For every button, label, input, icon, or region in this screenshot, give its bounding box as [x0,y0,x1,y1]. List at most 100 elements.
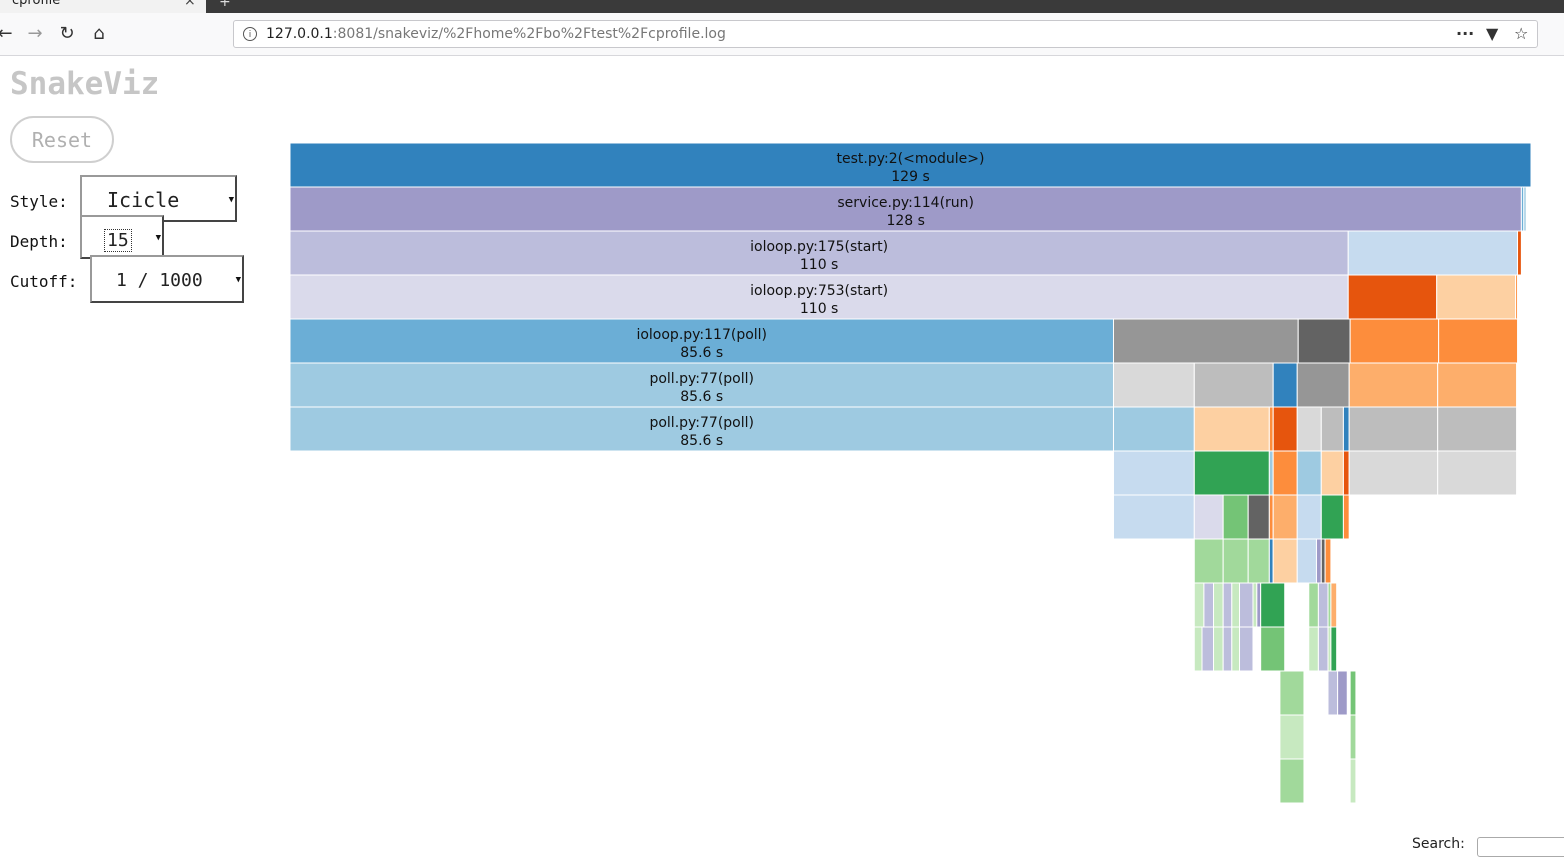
icicle-block[interactable] [1297,318,1351,364]
icicle-block[interactable] [289,142,1532,188]
icicle-block[interactable] [1247,538,1270,584]
icicle-block[interactable] [1327,670,1339,716]
icicle-block[interactable] [1239,626,1254,672]
icicle-block[interactable] [1320,406,1344,452]
icicle-block[interactable] [1342,494,1350,540]
icicle-block[interactable] [289,362,1114,408]
icicle-block[interactable] [1193,494,1224,540]
icicle-block[interactable] [1296,494,1322,540]
icicle-block[interactable] [1308,626,1319,672]
icicle-block[interactable] [1268,406,1274,452]
depth-select[interactable]: 15 ▼ [80,215,164,259]
back-icon[interactable]: ← [0,21,18,47]
icicle-block[interactable] [1222,538,1249,584]
icicle-block[interactable] [1349,670,1357,716]
site-info-icon[interactable]: i [243,27,257,41]
icicle-block[interactable] [289,406,1114,452]
icicle-block[interactable] [1260,626,1286,672]
icicle-block[interactable] [1324,538,1332,584]
search-input[interactable] [1477,837,1564,857]
icicle-block[interactable] [1279,714,1305,760]
new-tab-icon[interactable]: + [219,0,231,10]
icicle-block[interactable] [1437,406,1518,452]
icicle-block[interactable] [1317,582,1329,628]
icicle-block[interactable] [1349,714,1357,760]
more-icon[interactable]: ··· [1456,24,1474,43]
reset-button[interactable]: Reset [10,116,114,163]
icicle-block[interactable] [1438,318,1519,364]
icicle-block[interactable] [1296,538,1317,584]
icicle-block[interactable] [1349,758,1357,804]
pocket-icon[interactable]: ▼ [1486,24,1498,43]
icicle-block[interactable] [1256,582,1262,628]
icicle-block[interactable] [1308,582,1319,628]
icicle-block[interactable] [1272,406,1298,452]
icicle-block[interactable] [1348,450,1439,496]
icicle-block[interactable] [1239,582,1254,628]
icicle-block[interactable] [1247,494,1270,540]
icicle-block[interactable] [1436,274,1517,320]
icicle-block[interactable] [1348,362,1439,408]
icicle-block[interactable] [1272,450,1298,496]
icicle-block[interactable] [1348,406,1439,452]
icicle-block[interactable] [1193,450,1270,496]
icicle-block[interactable] [1330,582,1338,628]
bookmark-star-icon[interactable]: ☆ [1514,24,1528,43]
icicle-block[interactable] [1193,582,1205,628]
icicle-block[interactable] [1279,758,1305,804]
icicle-block[interactable] [289,230,1349,276]
home-icon[interactable]: ⌂ [86,21,112,47]
cutoff-select[interactable]: 1 / 1000 ▼ [90,255,244,303]
icicle-block[interactable] [1112,318,1299,364]
icicle-block[interactable] [1517,230,1522,276]
icicle-block[interactable] [1222,626,1233,672]
icicle-block[interactable] [1347,230,1519,276]
icicle-block[interactable] [1523,186,1527,232]
icicle-block[interactable] [1320,538,1326,584]
icicle-block[interactable] [1347,274,1438,320]
icicle-block[interactable] [1272,494,1298,540]
icicle-block[interactable] [1112,450,1195,496]
icicle-block[interactable] [1260,582,1286,628]
icicle-block[interactable] [1193,362,1274,408]
icicle-block[interactable] [289,318,1114,364]
icicle-block[interactable] [1268,494,1274,540]
icicle-block[interactable] [1437,450,1518,496]
icicle-block[interactable] [1193,538,1224,584]
icicle-block[interactable] [1272,538,1298,584]
icicle-block[interactable] [1222,582,1233,628]
browser-tab[interactable]: cprofile × [0,0,206,13]
icicle-block[interactable] [1112,362,1195,408]
icicle-block[interactable] [1330,626,1338,672]
icicle-block[interactable] [1315,538,1322,584]
icicle-block[interactable] [1193,626,1203,672]
icicle-block[interactable] [1349,318,1440,364]
icicle-block[interactable] [1279,670,1305,716]
icicle-block[interactable] [1112,494,1195,540]
icicle-block[interactable] [289,186,1522,232]
url-bar[interactable]: i 127.0.0.1:8081/snakeviz/%2Fhome%2Fbo%2… [233,20,1538,48]
forward-icon[interactable]: → [22,21,48,47]
tab-close-icon[interactable]: × [184,0,196,8]
icicle-block[interactable] [1231,582,1241,628]
icicle-block[interactable] [1342,450,1350,496]
icicle-block[interactable] [1222,494,1249,540]
icicle-block[interactable] [1296,450,1322,496]
icicle-block[interactable] [1201,626,1215,672]
reload-icon[interactable]: ↻ [54,21,80,47]
icicle-block[interactable] [1320,450,1344,496]
icicle-block[interactable] [1213,626,1224,672]
icicle-block[interactable] [1252,582,1258,628]
icicle-block[interactable] [1268,450,1274,496]
icicle-block[interactable] [1296,362,1350,408]
icicle-block[interactable] [1193,406,1270,452]
icicle-block[interactable] [1112,406,1195,452]
icicle-block[interactable] [1213,582,1224,628]
icicle-block[interactable] [1317,626,1329,672]
icicle-block[interactable] [1337,670,1348,716]
icicle-block[interactable] [1437,362,1518,408]
icicle-block[interactable] [1515,274,1519,320]
icicle-block[interactable] [1268,538,1274,584]
icicle-block[interactable] [1296,406,1322,452]
icicle-block[interactable] [1342,406,1350,452]
